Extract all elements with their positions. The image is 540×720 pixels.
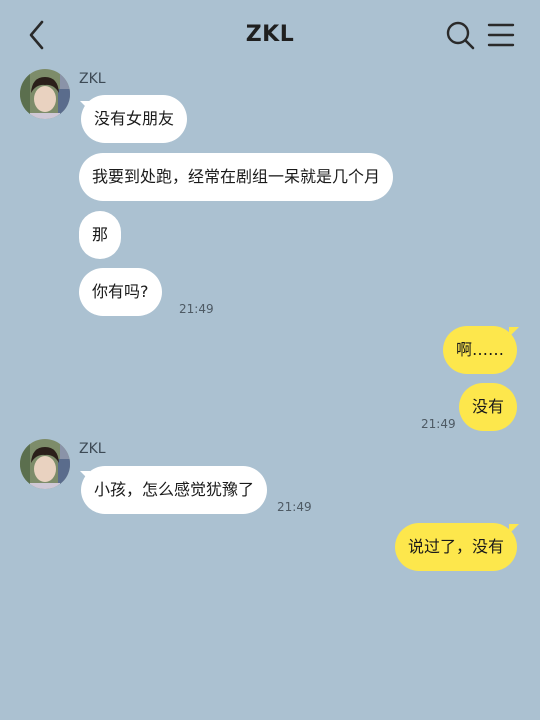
contact-avatar[interactable] [20,439,70,489]
message-timestamp: 21:49 [179,302,214,316]
chat-screen: ZKL ZKL 没有女朋友 我要到处跑，经常在剧组一呆就是几个月 那 你有吗? … [0,0,540,720]
menu-button[interactable] [486,20,516,50]
message-bubble-outgoing[interactable]: 说过了，没有 [394,523,517,571]
message-bubble-outgoing[interactable]: 没有 [458,383,517,431]
contact-avatar-photo [20,69,70,119]
contact-avatar[interactable] [20,69,70,119]
message-bubble-outgoing[interactable]: 啊…… [442,326,517,374]
message-bubble-incoming[interactable]: 小孩，怎么感觉犹豫了 [81,466,268,514]
chat-header: ZKL [0,0,540,70]
contact-avatar-photo [20,439,70,489]
message-bubble-incoming[interactable]: 那 [79,211,122,259]
message-bubble-incoming[interactable]: 你有吗? [79,268,162,316]
message-bubble-incoming[interactable]: 我要到处跑，经常在剧组一呆就是几个月 [79,153,394,201]
message-timestamp: 21:49 [277,500,312,514]
sender-name: ZKL [79,441,106,457]
menu-icon [487,23,515,47]
search-icon [446,21,475,50]
sender-name: ZKL [79,71,106,87]
message-timestamp: 21:49 [421,417,456,431]
message-bubble-incoming[interactable]: 没有女朋友 [81,95,188,143]
search-button[interactable] [444,19,476,51]
